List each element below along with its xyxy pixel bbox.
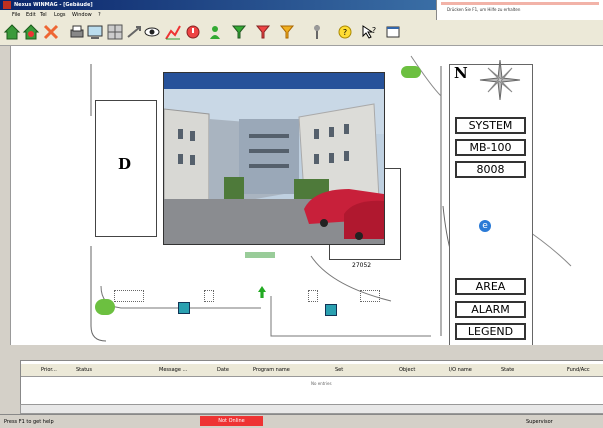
menu-tel[interactable]: Tel [40, 12, 47, 18]
window-title: Nexus WINMAG - [Gebäude] [14, 2, 93, 8]
area-button[interactable]: AREA [455, 278, 526, 295]
button-8008[interactable]: 8008 [455, 161, 526, 178]
ie-icon[interactable]: e [479, 220, 491, 232]
help-icon[interactable]: ? [336, 23, 354, 41]
app-icon [3, 1, 11, 9]
compass-star-icon [479, 59, 521, 101]
svg-text:?: ? [372, 26, 376, 35]
menu-window[interactable]: Window [72, 12, 92, 18]
col-message[interactable]: Message ... [159, 367, 187, 373]
pin-icon[interactable] [308, 23, 326, 41]
window-icon[interactable] [384, 23, 402, 41]
status-bar: Press F1 to get help Supervisor [0, 414, 603, 428]
mb100-button[interactable]: MB-100 [455, 139, 526, 156]
col-set[interactable]: Set [335, 367, 343, 373]
small-marker-icon[interactable] [245, 252, 275, 258]
monitor-icon[interactable] [86, 23, 104, 41]
status-alarm[interactable]: Not Online [200, 416, 263, 426]
status-help: Press F1 to get help [4, 419, 54, 425]
teal-marker-1-icon[interactable] [178, 302, 190, 314]
context-help-icon[interactable]: ? [360, 23, 378, 41]
grid-icon[interactable] [106, 23, 124, 41]
cross-icon[interactable] [42, 23, 60, 41]
pillar-2-icon [204, 290, 214, 302]
filter-green-icon[interactable] [230, 23, 248, 41]
col-state[interactable]: State [501, 367, 514, 373]
event-table: Prior... Status Message ... Date Program… [20, 360, 603, 407]
pillar-4-icon [360, 290, 380, 302]
menu-logs[interactable]: Logs [54, 12, 66, 18]
event-table-header: Prior... Status Message ... Date Program… [21, 364, 603, 377]
col-status[interactable]: Status [76, 367, 92, 373]
pillar-1-icon [114, 290, 144, 302]
room-number: 27052 [352, 262, 372, 269]
pointer-icon[interactable] [125, 23, 143, 41]
horizontal-scrollbar[interactable] [20, 404, 603, 414]
chart-icon[interactable] [164, 23, 182, 41]
menu-help[interactable]: ? [98, 12, 101, 18]
col-io-name[interactable]: I/O name [449, 367, 472, 373]
hint-highlight [441, 2, 599, 5]
col-date[interactable]: Date [217, 367, 229, 373]
title-bar: Nexus WINMAG - [Gebäude] [0, 0, 436, 10]
menu-file[interactable]: File [12, 12, 20, 18]
col-program-name[interactable]: Program name [253, 367, 290, 373]
svg-text:?: ? [343, 28, 347, 37]
compass-label: N [454, 64, 468, 82]
col-object[interactable]: Object [399, 367, 415, 373]
menu-edit[interactable]: Edit [26, 12, 36, 18]
filter-mixed-icon[interactable] [278, 23, 296, 41]
col-fund[interactable]: Fund/Acc [567, 367, 590, 373]
camera-popup[interactable] [163, 72, 385, 245]
pillar-3-icon [308, 290, 318, 302]
teal-marker-2-icon[interactable] [325, 304, 337, 316]
col-priority[interactable]: Prior... [41, 367, 57, 373]
home-red-icon[interactable] [22, 23, 40, 41]
print-icon[interactable] [68, 23, 86, 41]
status-user: Supervisor [526, 419, 553, 425]
legend-button[interactable]: LEGEND [455, 323, 526, 340]
menu-bar: File Edit Tel Logs Window ? [0, 10, 436, 20]
alarm-button[interactable]: ALARM [455, 301, 526, 318]
eye-icon[interactable] [143, 23, 161, 41]
building-label: D [118, 155, 132, 173]
filter-red-icon[interactable] [254, 23, 272, 41]
hint-text: Drücken Sie F1, um Hilfe zu erhalten [447, 7, 521, 12]
camera-popup-header[interactable] [164, 73, 384, 89]
system-button[interactable]: SYSTEM [455, 117, 526, 134]
user-icon[interactable] [206, 23, 224, 41]
empty-text: No entries [311, 381, 332, 386]
toolbar: ? ? [0, 20, 603, 46]
camera-image [163, 89, 384, 244]
green-blob-1-icon[interactable] [401, 66, 421, 78]
home-green-icon[interactable] [3, 23, 21, 41]
alarm-icon[interactable] [184, 23, 202, 41]
green-blob-2-icon[interactable] [95, 299, 115, 315]
